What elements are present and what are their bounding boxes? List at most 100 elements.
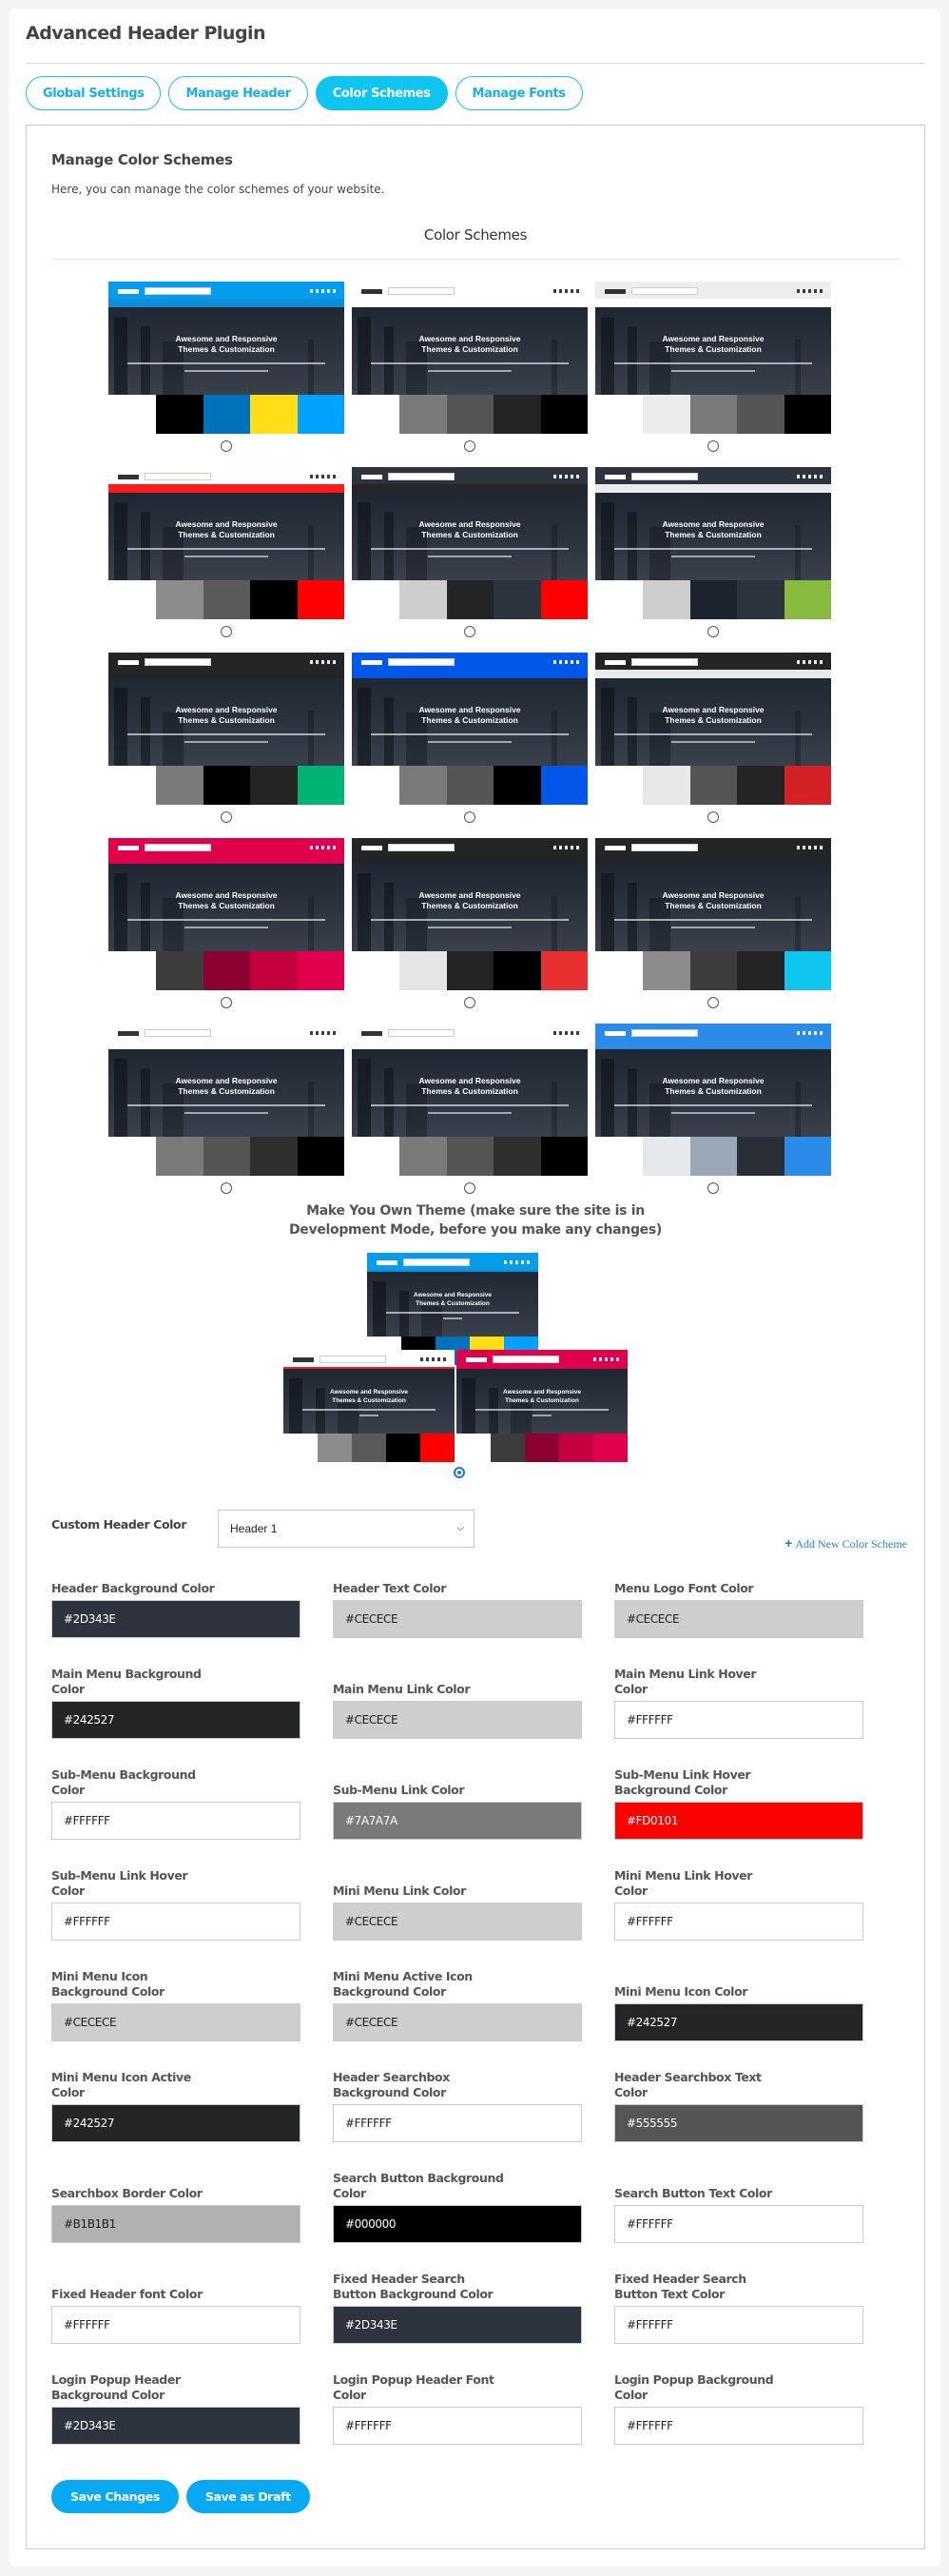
preview-hero-text <box>371 548 569 550</box>
scheme-radio[interactable] <box>464 440 475 452</box>
color-input[interactable]: #FFFFFF <box>614 2306 863 2344</box>
scheme-radio[interactable] <box>464 1182 475 1194</box>
color-scheme-option[interactable]: Awesome and Responsive Themes & Customiz… <box>595 467 831 643</box>
scheme-preview-image[interactable]: Awesome and Responsive Themes & Customiz… <box>595 282 831 434</box>
color-input[interactable]: #FFFFFF <box>51 1903 300 1941</box>
preview-menu-icons <box>504 1260 531 1264</box>
scheme-preview-image[interactable]: Awesome and Responsive Themes & Customiz… <box>352 838 588 990</box>
color-input[interactable]: #000000 <box>333 2205 582 2243</box>
color-scheme-option[interactable]: Awesome and Responsive Themes & Customiz… <box>595 1024 831 1200</box>
scheme-radio[interactable] <box>221 440 232 452</box>
scheme-preview-image[interactable]: Awesome and Responsive Themes & Customiz… <box>595 838 831 990</box>
scheme-radio[interactable] <box>707 997 719 1008</box>
scheme-preview-image[interactable]: Awesome and Responsive Themes & Customiz… <box>595 1024 831 1176</box>
tab-color-schemes[interactable]: Color Schemes <box>315 76 448 110</box>
color-scheme-option[interactable]: Awesome and Responsive Themes & Customiz… <box>352 838 588 1014</box>
save-draft-button[interactable]: Save as Draft <box>185 2480 310 2513</box>
color-input[interactable]: #CECECE <box>333 2003 582 2041</box>
tab-manage-fonts[interactable]: Manage Fonts <box>455 76 583 110</box>
scheme-preview-image[interactable]: Awesome and Responsive Themes & Customiz… <box>456 1350 628 1489</box>
color-input[interactable]: #FD0101 <box>614 1802 863 1840</box>
scheme-radio[interactable] <box>221 626 232 637</box>
save-changes-button[interactable]: Save Changes <box>51 2480 179 2513</box>
custom-theme-radio[interactable] <box>454 1467 465 1478</box>
tab-global-settings[interactable]: Global Settings <box>26 76 162 110</box>
color-input[interactable]: #B1B1B1 <box>51 2205 300 2243</box>
color-input[interactable]: #242527 <box>51 1701 300 1739</box>
color-swatch <box>643 951 690 990</box>
color-input[interactable]: #CECECE <box>333 1600 582 1638</box>
scheme-preview-image[interactable]: Awesome and Responsive Themes & Customiz… <box>352 282 588 434</box>
scheme-radio[interactable] <box>221 811 232 823</box>
color-scheme-option[interactable]: Awesome and Responsive Themes & Customiz… <box>108 838 344 1014</box>
scheme-preview-image[interactable]: Awesome and Responsive Themes & Customiz… <box>352 1024 588 1176</box>
color-field-label-wrap: Mini Menu Link Hover Color <box>614 1866 863 1899</box>
scheme-radio[interactable] <box>464 811 475 823</box>
scheme-swatches <box>643 1137 831 1176</box>
color-field-label-wrap: Header Background Color <box>51 1564 300 1596</box>
color-swatch <box>737 395 784 434</box>
color-input[interactable]: #7A7A7A <box>333 1802 582 1840</box>
color-input[interactable]: #FFFFFF <box>614 1701 863 1739</box>
color-input[interactable]: #FFFFFF <box>614 1903 863 1941</box>
color-scheme-option[interactable]: Awesome and Responsive Themes & Customiz… <box>352 1024 588 1200</box>
scheme-radio[interactable] <box>707 440 719 452</box>
plugin-card: Advanced Header Plugin Global Settings M… <box>9 9 940 2566</box>
tab-manage-header[interactable]: Manage Header <box>168 76 308 110</box>
color-input[interactable]: #2D343E <box>51 2407 300 2445</box>
scheme-radio[interactable] <box>464 626 475 637</box>
color-input[interactable]: #2D343E <box>333 2306 582 2344</box>
color-scheme-option[interactable]: Awesome and Responsive Themes & Customiz… <box>595 838 831 1014</box>
color-input[interactable]: #CECECE <box>333 1701 582 1739</box>
preview-hero-text <box>443 1317 462 1319</box>
color-input[interactable]: #2D343E <box>51 1600 300 1638</box>
scheme-radio[interactable] <box>464 997 475 1008</box>
color-scheme-option[interactable]: Awesome and Responsive Themes & Customiz… <box>108 282 344 458</box>
color-scheme-option[interactable]: Awesome and Responsive Themes & Customiz… <box>595 282 831 458</box>
color-scheme-option[interactable]: Awesome and Responsive Themes & Customiz… <box>108 1024 344 1200</box>
preview-logo <box>361 846 382 850</box>
add-color-scheme-link[interactable]: + Add New Color Scheme <box>784 1535 907 1551</box>
scheme-preview-image[interactable]: Awesome and Responsive Themes & Customiz… <box>352 653 588 805</box>
color-scheme-option[interactable]: Awesome and Responsive Themes & Customiz… <box>352 653 588 829</box>
header-select[interactable]: Header 1 ⌵ <box>218 1510 474 1548</box>
preview-hero-title: Awesome and Responsive Themes & Customiz… <box>418 519 521 539</box>
scheme-preview-image[interactable]: Awesome and Responsive Themes & Customiz… <box>595 653 831 805</box>
color-scheme-option[interactable]: Awesome and Responsive Themes & Customiz… <box>108 467 344 643</box>
color-swatch <box>737 951 784 990</box>
color-input[interactable]: #242527 <box>614 2003 863 2041</box>
scheme-radio[interactable] <box>221 997 232 1008</box>
scheme-preview-image[interactable]: Awesome and Responsive Themes & Customiz… <box>108 282 344 434</box>
color-input[interactable]: #FFFFFF <box>51 2306 300 2344</box>
scheme-swatches <box>399 1137 588 1176</box>
scheme-radio[interactable] <box>221 1182 232 1194</box>
scheme-swatches <box>156 580 344 619</box>
color-scheme-option[interactable]: Awesome and Responsive Themes & Customiz… <box>108 653 344 829</box>
color-input[interactable]: #242527 <box>51 2104 300 2142</box>
scheme-preview-image[interactable]: Awesome and Responsive Themes & Customiz… <box>108 653 344 805</box>
color-swatch <box>784 766 831 805</box>
color-input[interactable]: #FFFFFF <box>333 2407 582 2445</box>
color-input[interactable]: #CECECE <box>333 1903 582 1941</box>
color-field-label: Sub-Menu Link Color <box>333 1783 465 1797</box>
color-input[interactable]: #FFFFFF <box>51 1802 300 1840</box>
color-input[interactable]: #CECECE <box>51 2003 300 2041</box>
scheme-preview-image[interactable]: Awesome and Responsive Themes & Customiz… <box>352 467 588 619</box>
scheme-preview-image[interactable]: Awesome and Responsive Themes & Customiz… <box>108 1024 344 1176</box>
color-scheme-option[interactable]: Awesome and Responsive Themes & Customiz… <box>352 467 588 643</box>
scheme-radio[interactable] <box>707 811 719 823</box>
scheme-radio[interactable] <box>707 626 719 637</box>
scheme-preview-image[interactable]: Awesome and Responsive Themes & Customiz… <box>595 467 831 619</box>
color-input[interactable]: #FFFFFF <box>333 2104 582 2142</box>
color-input[interactable]: #FFFFFF <box>614 2205 863 2243</box>
scheme-radio[interactable] <box>707 1182 719 1194</box>
preview-hero-title: Awesome and Responsive Themes & Customiz… <box>662 705 765 725</box>
scheme-preview-image[interactable]: Awesome and Responsive Themes & Customiz… <box>108 467 344 619</box>
color-scheme-option[interactable]: Awesome and Responsive Themes & Customiz… <box>352 282 588 458</box>
color-scheme-option[interactable]: Awesome and Responsive Themes & Customiz… <box>595 653 831 829</box>
scheme-preview-image[interactable]: Awesome and Responsive Themes & Customiz… <box>108 838 344 990</box>
scheme-preview-image[interactable]: Awesome and Responsive Themes & Customiz… <box>283 1350 455 1489</box>
color-input[interactable]: #CECECE <box>614 1600 863 1638</box>
color-input[interactable]: #555555 <box>614 2104 863 2142</box>
color-input[interactable]: #FFFFFF <box>614 2407 863 2445</box>
